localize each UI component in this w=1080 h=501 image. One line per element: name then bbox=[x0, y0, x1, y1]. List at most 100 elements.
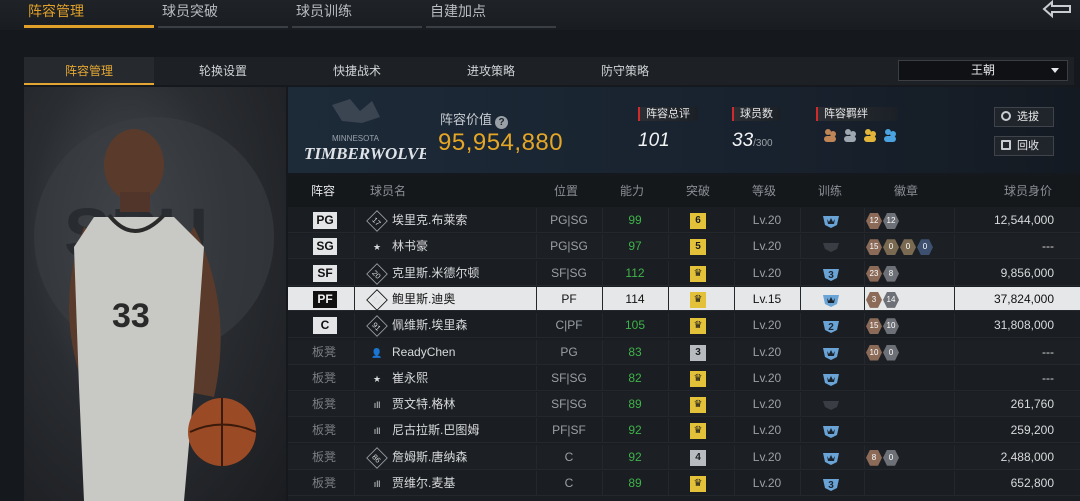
player-name[interactable]: 克里斯.米德尔顿 bbox=[392, 261, 479, 286]
table-row[interactable]: 板凳 86 詹姆斯.唐纳森 C 92 4 Lv.20 8 0 2,488,000 bbox=[288, 444, 1080, 470]
player-name[interactable]: 埃里克.布莱索 bbox=[392, 208, 467, 233]
player-ability: 105 bbox=[624, 318, 646, 333]
training-shield-icon[interactable] bbox=[821, 423, 841, 439]
team-dropdown-value: 王朝 bbox=[970, 63, 995, 77]
column-divider bbox=[668, 286, 669, 310]
table-row[interactable]: 板凳 ıll 贾文特.格林 SF|SG 89 ♛ Lv.20 261,760 bbox=[288, 392, 1080, 418]
help-icon[interactable]: ? bbox=[495, 116, 509, 129]
table-row[interactable]: SG ★ 林书豪 PG|SG 97 5 Lv.20 15 0 0 0 --- bbox=[288, 234, 1080, 260]
player-level: Lv.20 bbox=[752, 449, 782, 464]
column-divider bbox=[354, 286, 355, 310]
subtab-defense[interactable]: 防守策略 bbox=[560, 57, 690, 85]
player-name[interactable]: 尼古拉斯.巴图姆 bbox=[392, 418, 479, 443]
crown-icon: ♛ bbox=[690, 291, 706, 308]
player-value: --- bbox=[1042, 370, 1054, 385]
table-row[interactable]: 板凳 ıll 尼古拉斯.巴图姆 PF|SF 92 ♛ Lv.20 259,200 bbox=[288, 418, 1080, 444]
column-divider bbox=[668, 234, 669, 259]
refresh-icon bbox=[1001, 111, 1011, 121]
recycle-button[interactable]: 回收 bbox=[994, 136, 1054, 156]
player-position: PG|SG bbox=[550, 239, 588, 254]
team-dropdown[interactable]: 王朝 bbox=[898, 60, 1068, 81]
player-position: C bbox=[564, 449, 574, 464]
table-row[interactable]: SF 20 克里斯.米德尔顿 SF|SG 112 ♛ Lv.20 3 23 8 9,856,000 bbox=[288, 260, 1080, 286]
badge-icon: 23 bbox=[866, 265, 882, 282]
training-shield-icon[interactable]: 3 bbox=[821, 266, 841, 282]
bond-icons[interactable] bbox=[822, 127, 898, 143]
column-divider bbox=[954, 286, 955, 310]
table-row[interactable]: C 91 佩维斯.埃里森 C|PF 105 ♛ Lv.20 2 15 10 31,808,000 bbox=[288, 313, 1080, 339]
badge-icon: 3 bbox=[866, 291, 882, 308]
position-badge: C bbox=[313, 317, 337, 335]
table-row[interactable]: 板凳 ★ 崔永熙 SF|SG 82 ♛ Lv.20 --- bbox=[288, 365, 1080, 391]
training-shield-icon[interactable] bbox=[821, 450, 841, 466]
player-ability: 99 bbox=[628, 213, 642, 227]
training-shield-icon[interactable] bbox=[821, 213, 841, 229]
subtab-offense[interactable]: 进攻策略 bbox=[426, 57, 556, 85]
player-value: 652,800 bbox=[1010, 476, 1054, 490]
subtab-lineup[interactable]: 阵容管理 bbox=[24, 57, 154, 85]
training-shield-icon[interactable]: 2 bbox=[821, 318, 841, 334]
badge-icon: 10 bbox=[883, 318, 899, 335]
table-row[interactable]: 板凳 👤 ReadyChen PG 83 3 Lv.20 10 0 --- bbox=[288, 339, 1080, 365]
column-divider bbox=[864, 365, 865, 390]
player-value: 2,488,000 bbox=[1000, 449, 1054, 464]
badge-list: 15 10 bbox=[866, 318, 899, 335]
column-divider bbox=[800, 418, 801, 443]
player-position: SF|SG bbox=[551, 397, 587, 412]
player-level: Lv.20 bbox=[752, 239, 782, 254]
tab-custom-points[interactable]: 自建加点 bbox=[426, 0, 558, 28]
table-row[interactable]: PG 17 埃里克.布莱索 PG|SG 99 6 Lv.20 12 12 12,544,000 bbox=[288, 208, 1080, 233]
column-divider bbox=[668, 471, 669, 495]
bond-bronze-icon[interactable] bbox=[822, 127, 838, 143]
bond-gold-icon[interactable] bbox=[862, 127, 878, 143]
column-divider bbox=[800, 471, 801, 495]
player-level: Lv.20 bbox=[752, 476, 782, 490]
player-level: Lv.20 bbox=[752, 344, 782, 359]
filter-button[interactable]: 选拔 bbox=[994, 107, 1054, 127]
column-divider bbox=[954, 234, 955, 259]
player-name[interactable]: 林书豪 bbox=[392, 234, 428, 259]
training-shield-icon[interactable] bbox=[821, 397, 841, 413]
player-ability: 83 bbox=[628, 344, 642, 359]
jersey-number-icon: ★ bbox=[372, 242, 382, 253]
badge-icon: 0 bbox=[883, 449, 899, 466]
player-name[interactable]: 贾维尔.麦基 bbox=[392, 471, 455, 496]
badge-list: 23 8 bbox=[866, 265, 899, 282]
position-badge: PG bbox=[313, 212, 337, 229]
column-divider bbox=[354, 208, 355, 232]
column-divider bbox=[800, 313, 801, 338]
column-divider bbox=[954, 208, 955, 232]
bond-silver-icon[interactable] bbox=[842, 127, 858, 143]
column-divider bbox=[800, 260, 801, 285]
badge-icon: 12 bbox=[866, 213, 882, 229]
table-row[interactable]: PF 13 鲍里斯.迪奥 PF 114 ♛ Lv.15 3 14 37,824,000 bbox=[288, 286, 1080, 312]
tab-breakthrough[interactable]: 球员突破 bbox=[158, 0, 290, 28]
column-divider bbox=[864, 339, 865, 364]
tab-lineup[interactable]: 阵容管理 bbox=[24, 0, 156, 28]
player-name[interactable]: ReadyChen bbox=[392, 340, 455, 365]
player-name[interactable]: 贾文特.格林 bbox=[392, 392, 455, 417]
subtab-rotation[interactable]: 轮换设置 bbox=[158, 57, 288, 85]
col-value: 球员身价 bbox=[1003, 184, 1052, 198]
player-name[interactable]: 佩维斯.埃里森 bbox=[392, 313, 467, 338]
player-name[interactable]: 鲍里斯.迪奥 bbox=[392, 287, 455, 312]
player-name[interactable]: 詹姆斯.唐纳森 bbox=[392, 445, 467, 470]
subtab-quick-tactics[interactable]: 快捷战术 bbox=[292, 57, 422, 85]
player-position: PG|SG bbox=[550, 213, 588, 227]
svg-text:3: 3 bbox=[828, 270, 834, 281]
player-ability: 114 bbox=[625, 291, 645, 306]
training-shield-icon[interactable]: 3 bbox=[821, 476, 841, 492]
player-name[interactable]: 崔永熙 bbox=[392, 366, 428, 391]
table-row[interactable]: 板凳 ıll 贾维尔.麦基 C 89 ♛ Lv.20 3 652,800 bbox=[288, 471, 1080, 496]
col-position: 位置 bbox=[553, 184, 578, 198]
tab-training[interactable]: 球员训练 bbox=[292, 0, 424, 28]
training-shield-icon[interactable] bbox=[821, 345, 841, 361]
training-shield-icon[interactable] bbox=[821, 292, 841, 308]
back-arrow-icon[interactable] bbox=[1040, 0, 1074, 22]
bond-blue-icon[interactable] bbox=[882, 127, 898, 143]
player-ability: 92 bbox=[628, 449, 642, 464]
training-shield-icon[interactable] bbox=[821, 371, 841, 387]
lineup-value: 95,954,880 bbox=[438, 129, 564, 156]
rating-value: 101 bbox=[638, 130, 670, 151]
training-shield-icon[interactable] bbox=[821, 239, 841, 255]
